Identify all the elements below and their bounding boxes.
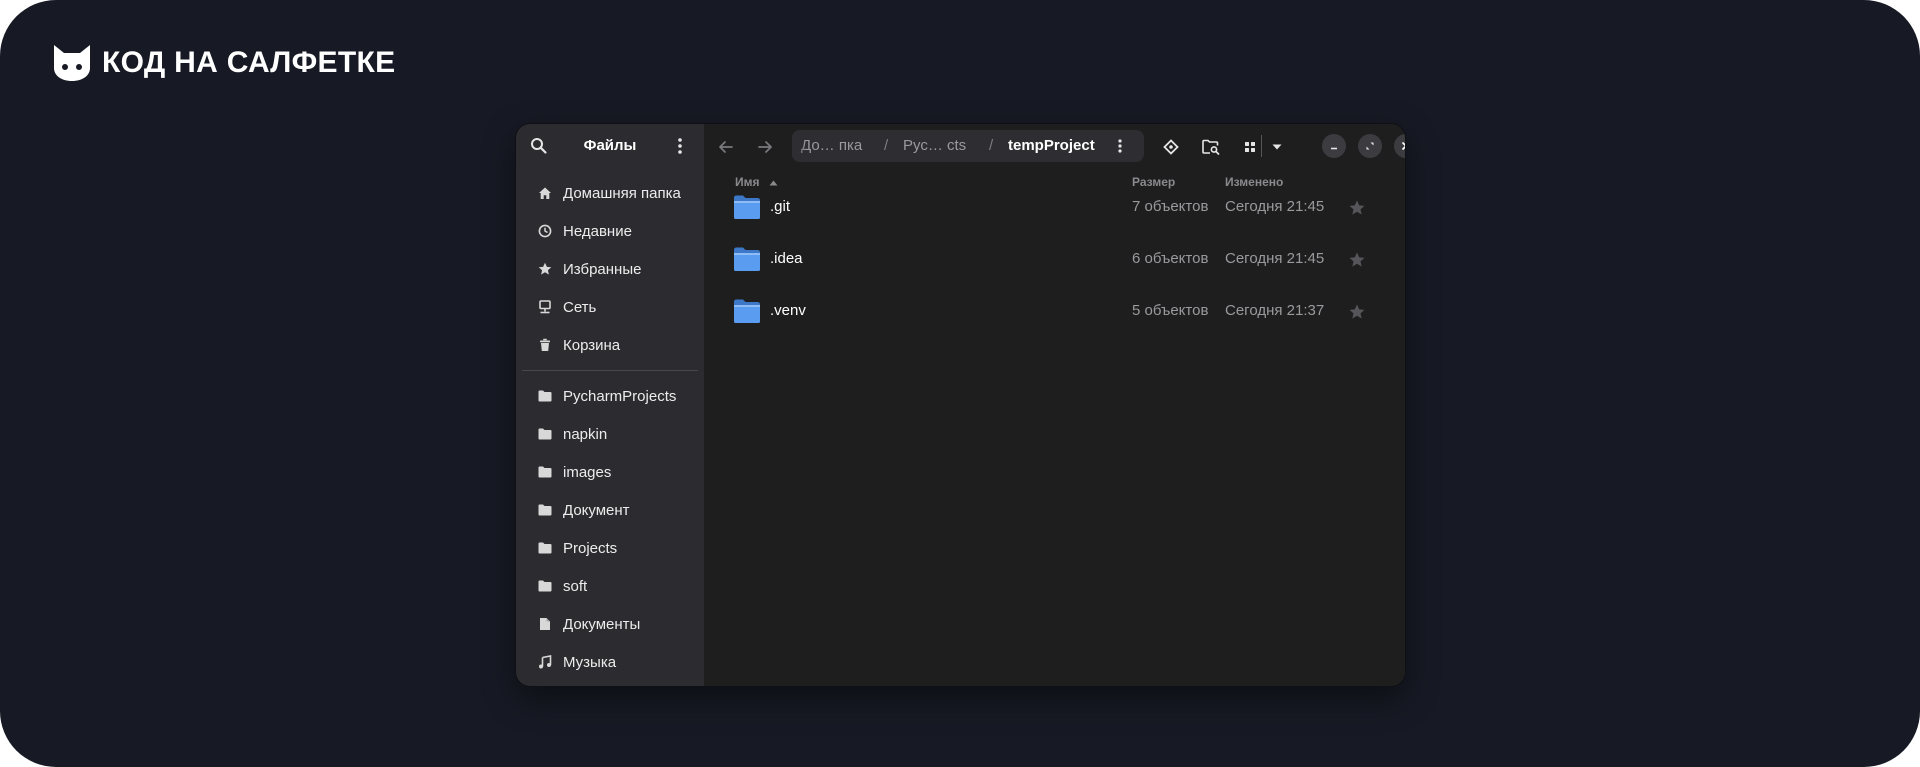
breadcrumb-current[interactable]: tempProject bbox=[1008, 137, 1095, 154]
clock-icon bbox=[537, 223, 553, 239]
sidebar-item-documents[interactable]: Документы bbox=[524, 607, 696, 641]
sidebar-item-label: PycharmProjects bbox=[563, 387, 677, 405]
sidebar-item-pycharmprojects[interactable]: PycharmProjects bbox=[524, 379, 696, 413]
back-arrow-icon bbox=[719, 141, 733, 153]
folder-icon bbox=[537, 426, 553, 442]
minimize-button[interactable] bbox=[1322, 134, 1346, 158]
file-name: .idea bbox=[770, 250, 803, 267]
star-icon bbox=[537, 261, 553, 277]
breadcrumb-home[interactable]: До… пка bbox=[801, 137, 862, 154]
folder-icon bbox=[537, 388, 553, 404]
close-button[interactable] bbox=[1394, 134, 1405, 158]
sidebar-item-napkin[interactable]: napkin bbox=[524, 417, 696, 451]
music-icon bbox=[537, 654, 553, 670]
file-name: .git bbox=[770, 198, 791, 215]
file-size: 7 объектов bbox=[1132, 198, 1209, 215]
folder-icon bbox=[537, 464, 553, 480]
file-size: 6 объектов bbox=[1132, 250, 1209, 267]
brand-name: КОД НА САЛФЕТКЕ bbox=[102, 46, 396, 79]
trash-icon bbox=[537, 337, 553, 353]
folder-icon bbox=[734, 299, 760, 323]
folder-icon bbox=[537, 540, 553, 556]
network-icon bbox=[537, 299, 553, 315]
kebab-menu-icon bbox=[1118, 139, 1122, 153]
home-icon bbox=[537, 185, 553, 201]
file-name: .venv bbox=[770, 302, 806, 319]
sidebar-item-label: soft bbox=[563, 577, 588, 595]
file-manager-window: Файлы Домашняя папка Недавние Избранные … bbox=[516, 124, 1405, 686]
star-icon[interactable] bbox=[1347, 198, 1367, 218]
sidebar-item-recent[interactable]: Недавние bbox=[524, 214, 696, 248]
sidebar-item-projects[interactable]: Projects bbox=[524, 531, 696, 565]
star-icon[interactable] bbox=[1347, 250, 1367, 270]
path-menu-button[interactable] bbox=[1110, 136, 1130, 156]
sidebar-item-label: napkin bbox=[563, 425, 608, 443]
kebab-menu-icon[interactable] bbox=[673, 136, 687, 156]
back-button[interactable] bbox=[713, 134, 739, 160]
sidebar-item-network[interactable]: Сеть bbox=[524, 290, 696, 324]
sidebar-item-trash[interactable]: Корзина bbox=[524, 328, 696, 362]
folder-icon bbox=[734, 195, 760, 219]
folder-search-icon bbox=[1202, 139, 1220, 155]
sidebar-item-soft[interactable]: soft bbox=[524, 569, 696, 603]
main-content: До… пка / Рус… cts / tempProject Имя Раз… bbox=[704, 124, 1405, 686]
dropdown-icon bbox=[1272, 144, 1282, 150]
star-icon[interactable] bbox=[1347, 302, 1367, 322]
sidebar-item-home[interactable]: Домашняя папка bbox=[524, 176, 696, 210]
sidebar: Файлы Домашняя папка Недавние Избранные … bbox=[516, 124, 704, 686]
sidebar-item-label: Избранные bbox=[563, 260, 642, 278]
view-mode-button[interactable] bbox=[1237, 134, 1263, 160]
view-options-button[interactable] bbox=[1264, 134, 1290, 160]
file-row[interactable]: .git 7 объектов Сегодня 21:45 bbox=[704, 182, 1405, 234]
cat-logo-icon bbox=[54, 45, 90, 81]
sidebar-item-label: Недавние bbox=[563, 222, 632, 240]
grid-view-icon bbox=[1245, 142, 1255, 152]
sidebar-item-label: Домашняя папка bbox=[563, 184, 681, 202]
file-row[interactable]: .idea 6 объектов Сегодня 21:45 bbox=[704, 234, 1405, 286]
app-title: Файлы bbox=[583, 137, 637, 154]
folder-icon bbox=[537, 502, 553, 518]
sidebar-item-images[interactable]: images bbox=[524, 455, 696, 489]
brand: КОД НА САЛФЕТКЕ bbox=[51, 44, 395, 82]
folder-icon bbox=[734, 247, 760, 271]
sidebar-item-label: Корзина bbox=[563, 336, 621, 354]
search-icon[interactable] bbox=[530, 137, 548, 155]
pathbar-fade bbox=[792, 130, 806, 162]
sidebar-item-label: Документы bbox=[563, 615, 641, 633]
toolbar-separator bbox=[1261, 135, 1262, 157]
sidebar-item-label: Музыка bbox=[563, 653, 617, 671]
sidebar-item-music[interactable]: Музыка bbox=[524, 645, 696, 679]
path-bar: До… пка / Рус… cts / tempProject bbox=[792, 130, 1144, 162]
breadcrumb-separator: / bbox=[989, 137, 994, 154]
sidebar-item-label: Сеть bbox=[563, 298, 597, 316]
sidebar-item-label: Projects bbox=[563, 539, 618, 557]
minimize-icon bbox=[1331, 147, 1337, 150]
sidebar-item-label: images bbox=[563, 463, 612, 481]
document-icon bbox=[537, 616, 553, 632]
file-modified: Сегодня 21:45 bbox=[1225, 250, 1325, 267]
location-button[interactable] bbox=[1158, 134, 1184, 160]
sidebar-item-label: Документ bbox=[563, 501, 630, 519]
search-in-folder-button[interactable] bbox=[1198, 134, 1224, 160]
restore-button[interactable] bbox=[1358, 134, 1382, 158]
forward-button[interactable] bbox=[752, 134, 778, 160]
sidebar-header: Файлы bbox=[516, 124, 704, 168]
location-icon bbox=[1163, 139, 1179, 155]
file-size: 5 объектов bbox=[1132, 302, 1209, 319]
sidebar-item-dokument[interactable]: Документ bbox=[524, 493, 696, 527]
file-modified: Сегодня 21:37 bbox=[1225, 302, 1325, 319]
restore-icon bbox=[1366, 142, 1374, 150]
file-row[interactable]: .venv 5 объектов Сегодня 21:37 bbox=[704, 286, 1405, 338]
folder-icon bbox=[537, 578, 553, 594]
breadcrumb-separator: / bbox=[884, 137, 889, 154]
file-modified: Сегодня 21:45 bbox=[1225, 198, 1325, 215]
forward-arrow-icon bbox=[758, 141, 772, 153]
page-frame: КОД НА САЛФЕТКЕ Файлы Домашняя папка Нед… bbox=[0, 0, 1920, 767]
close-icon bbox=[1402, 142, 1405, 150]
sidebar-item-starred[interactable]: Избранные bbox=[524, 252, 696, 286]
breadcrumb-pycharm[interactable]: Рус… cts bbox=[903, 137, 966, 154]
sidebar-divider bbox=[522, 370, 698, 371]
